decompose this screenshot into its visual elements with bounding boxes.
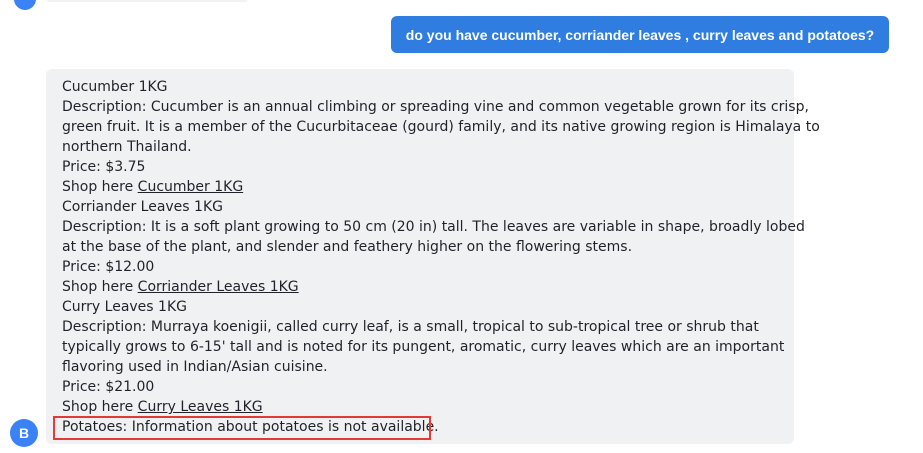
product-description-line: at the base of the plant, and slender an… xyxy=(62,239,633,255)
shop-line: Shop here Cucumber 1KG xyxy=(62,177,782,197)
product-description-line: flavoring used in Indian/Asian cuisine. xyxy=(62,359,328,375)
bot-avatar-letter: B xyxy=(18,425,30,441)
product-price: Price: $12.00 xyxy=(62,259,155,275)
product-description-line: Description: Murraya koenigii, called cu… xyxy=(62,319,759,335)
bot-avatar: B xyxy=(10,419,38,447)
user-message-bubble: do you have cucumber, corriander leaves … xyxy=(391,16,889,53)
shop-prefix: Shop here xyxy=(62,179,134,195)
cucumber-shop-link[interactable]: Cucumber 1KG xyxy=(138,179,244,195)
previous-message-bubble xyxy=(46,0,248,2)
product-description-line: Description: Cucumber is an annual climb… xyxy=(62,99,809,115)
shop-prefix: Shop here xyxy=(62,279,134,295)
product-title-curry: Curry Leaves 1KG xyxy=(62,299,187,315)
product-price: Price: $3.75 xyxy=(62,159,146,175)
product-description-line: Description: It is a soft plant growing … xyxy=(62,219,805,235)
shop-line: Shop here Corriander Leaves 1KG xyxy=(62,277,782,297)
previous-avatar xyxy=(14,0,36,10)
shop-prefix: Shop here xyxy=(62,399,134,415)
user-message-text: do you have cucumber, corriander leaves … xyxy=(405,26,875,43)
product-description-line: typically grows to 6-15' tall and is not… xyxy=(62,339,785,355)
bot-message-content: Cucumber 1KG Description: Cucumber is an… xyxy=(62,77,820,437)
product-description-line: green fruit. It is a member of the Cucur… xyxy=(62,119,820,135)
product-price: Price: $21.00 xyxy=(62,379,155,395)
corriander-shop-link[interactable]: Corriander Leaves 1KG xyxy=(138,279,299,295)
shop-line: Shop here Curry Leaves 1KG xyxy=(62,397,782,417)
product-title-corriander: Corriander Leaves 1KG xyxy=(62,199,223,215)
product-description-line: northern Thailand. xyxy=(62,139,192,155)
curry-shop-link[interactable]: Curry Leaves 1KG xyxy=(138,399,263,415)
product-title-cucumber: Cucumber 1KG xyxy=(62,79,168,95)
potatoes-unavailable-note: Potatoes: Information about potatoes is … xyxy=(62,419,439,435)
